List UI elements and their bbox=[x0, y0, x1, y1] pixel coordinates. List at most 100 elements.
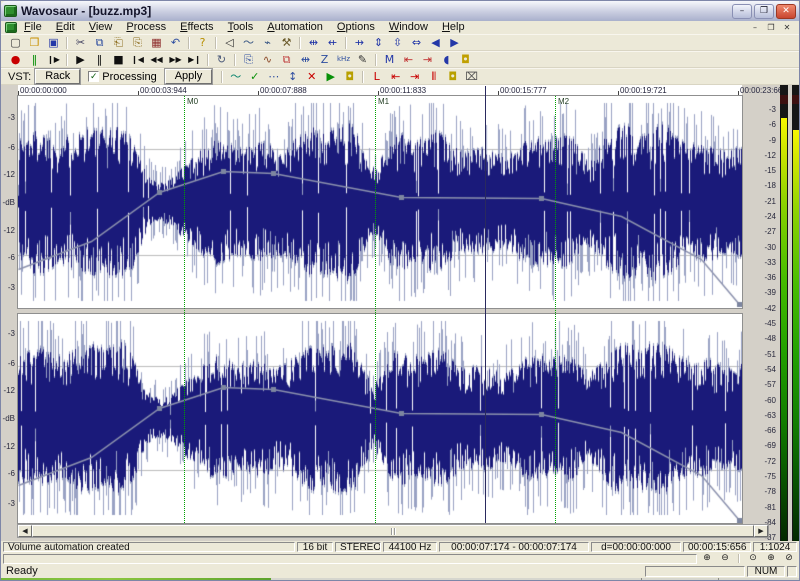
wavosaur-window: Wavosaur - [buzz.mp3] – ❐ ✕ File Edit View… bbox=[0, 0, 800, 581]
menu-view[interactable]: View bbox=[82, 21, 120, 34]
copy-special-button[interactable]: ⧉ bbox=[277, 52, 296, 68]
marker-lock-button[interactable]: ◘ bbox=[443, 69, 462, 85]
copy-button[interactable]: ⧉ bbox=[90, 35, 109, 51]
previous-view-button[interactable]: ◀ bbox=[426, 35, 445, 51]
zoom-out-horizontal-button[interactable]: ⇷ bbox=[323, 35, 342, 51]
waveform-right-channel[interactable] bbox=[18, 314, 742, 523]
next-view-button[interactable]: ▶ bbox=[445, 35, 464, 51]
time-ruler[interactable]: 00:00:00:000 00:00:03:944 00:00:07:888 00:0… bbox=[18, 85, 787, 95]
marker-line-m0[interactable] bbox=[184, 96, 185, 523]
menu-process[interactable]: Process bbox=[119, 21, 173, 34]
mdi-minimize-button[interactable]: – bbox=[747, 22, 763, 34]
waveform-left-channel[interactable] bbox=[18, 96, 742, 308]
vst-toolbar: VST: Rack ✓ Processing Apply 〜 ✓ ⋯ ↕ ✕ ▶ ◘ L ⇤ ⇥ ⫴… bbox=[1, 68, 799, 85]
snap-tool-button[interactable]: ⌁ bbox=[258, 35, 277, 51]
scroll-right-arrow[interactable]: ▶ bbox=[754, 525, 768, 537]
restore-button[interactable]: ❐ bbox=[754, 3, 774, 19]
ruler-timestamp: 00:00:15:777 bbox=[500, 86, 547, 95]
menu-file[interactable]: File bbox=[17, 21, 49, 34]
paste-mix-button[interactable]: ⎘ bbox=[128, 35, 147, 51]
scroll-left-arrow[interactable]: ◀ bbox=[18, 525, 32, 537]
menu-tools[interactable]: Tools bbox=[221, 21, 261, 34]
zoom-in-horizontal-button[interactable]: ⇹ bbox=[304, 35, 323, 51]
zoom-vertical-out-button[interactable]: ⊘ bbox=[781, 554, 797, 564]
play-button[interactable]: ▶ bbox=[71, 52, 90, 68]
pencil-button[interactable]: ✎ bbox=[353, 52, 372, 68]
menu-options[interactable]: Options bbox=[330, 21, 382, 34]
resample-button[interactable]: kHz bbox=[334, 52, 353, 68]
goto-start-button[interactable]: ❙◀ bbox=[128, 52, 147, 68]
marker-waveform-button[interactable]: ⫴ bbox=[424, 69, 443, 85]
trim-button[interactable]: ▦ bbox=[147, 35, 166, 51]
marker-line-m2[interactable] bbox=[555, 96, 556, 523]
undo-button[interactable]: ↶ bbox=[166, 35, 185, 51]
delete-markers-button[interactable]: ⌧ bbox=[462, 69, 481, 85]
menu-window[interactable]: Window bbox=[382, 21, 435, 34]
menu-help[interactable]: Help bbox=[435, 21, 472, 34]
zoom-out-vertical-button[interactable]: ⇳ bbox=[388, 35, 407, 51]
processing-checkbox[interactable]: ✓ bbox=[88, 71, 100, 82]
close-button[interactable]: ✕ bbox=[776, 3, 796, 19]
zoom-selection-button[interactable]: ⊙ bbox=[745, 554, 761, 564]
help-button[interactable]: ? bbox=[193, 35, 212, 51]
fast-forward-button[interactable]: ▶▶ bbox=[166, 52, 185, 68]
play-from-cursor-button[interactable]: ❙▶ bbox=[44, 52, 63, 68]
loop-button[interactable]: ↻ bbox=[212, 52, 231, 68]
zoom-toolbar: ⊕ ⊖ ⊙ ⊕ ⊘ bbox=[1, 553, 799, 565]
record-pause-button[interactable]: ‖ bbox=[25, 52, 44, 68]
minimize-button[interactable]: – bbox=[732, 3, 752, 19]
zoom-selection-button[interactable]: ⇸ bbox=[350, 35, 369, 51]
lock-button[interactable]: ◘ bbox=[456, 52, 475, 68]
save-button[interactable]: ▣ bbox=[44, 35, 63, 51]
batch-convert-button[interactable]: ⎘ bbox=[239, 52, 258, 68]
menu-edit[interactable]: Edit bbox=[49, 21, 82, 34]
menu-automation[interactable]: Automation bbox=[260, 21, 330, 34]
next-marker-button[interactable]: ⇥ bbox=[418, 52, 437, 68]
zoom-in-vertical-button[interactable]: ⇕ bbox=[369, 35, 388, 51]
zoom-wave-button[interactable]: ⇹ bbox=[296, 52, 315, 68]
zoom-fit-button[interactable]: ⇔ bbox=[407, 35, 426, 51]
loop-points-button[interactable]: L bbox=[367, 69, 386, 85]
vst-rack-button[interactable]: Rack bbox=[34, 68, 82, 85]
document-icon[interactable] bbox=[5, 22, 17, 33]
settings-button[interactable]: ⚒ bbox=[277, 35, 296, 51]
rewind-button[interactable]: ◀◀ bbox=[147, 52, 166, 68]
curve-tool-button[interactable]: 〜 bbox=[239, 35, 258, 51]
meter-scale-label: -24 bbox=[764, 212, 776, 222]
zoom-vertical-in-button[interactable]: ⊕ bbox=[763, 554, 779, 564]
envelope-draw-button[interactable]: 〜 bbox=[226, 69, 245, 85]
pause-button[interactable]: ‖ bbox=[90, 52, 109, 68]
mdi-close-button[interactable]: ✕ bbox=[779, 22, 795, 34]
marker-shift-right-button[interactable]: ⇥ bbox=[405, 69, 424, 85]
vst-apply-button[interactable]: Apply bbox=[163, 68, 214, 85]
horizontal-scrollbar[interactable]: ◀ ▶ bbox=[17, 524, 769, 538]
goto-end-button[interactable]: ▶❙ bbox=[185, 52, 204, 68]
envelope-preview-button[interactable]: ▶ bbox=[321, 69, 340, 85]
envelope-apply-button[interactable]: ✓ bbox=[245, 69, 264, 85]
marker-shift-left-button[interactable]: ⇤ bbox=[386, 69, 405, 85]
envelope-points-button[interactable]: ⋯ bbox=[264, 69, 283, 85]
stop-button[interactable]: ■ bbox=[109, 52, 128, 68]
add-marker-button[interactable]: M bbox=[380, 52, 399, 68]
record-button[interactable]: ● bbox=[6, 52, 25, 68]
open-file-button[interactable]: ❒ bbox=[25, 35, 44, 51]
previous-marker-button[interactable]: ⇤ bbox=[399, 52, 418, 68]
new-file-button[interactable]: ▢ bbox=[6, 35, 25, 51]
paste-button[interactable]: ⎗ bbox=[109, 35, 128, 51]
analysis-button[interactable]: ∿ bbox=[258, 52, 277, 68]
meter-scale-label: -45 bbox=[764, 319, 776, 329]
mdi-restore-button[interactable]: ❐ bbox=[763, 22, 779, 34]
mute-button[interactable]: ◁ bbox=[220, 35, 239, 51]
menu-effects[interactable]: Effects bbox=[173, 21, 220, 34]
zero-cross-button[interactable]: Z bbox=[315, 52, 334, 68]
cut-button[interactable]: ✂ bbox=[71, 35, 90, 51]
zoom-in-button[interactable]: ⊕ bbox=[699, 554, 715, 564]
separator bbox=[215, 36, 217, 49]
zoom-out-button[interactable]: ⊖ bbox=[717, 554, 733, 564]
scrollbar-thumb[interactable] bbox=[32, 525, 754, 537]
speaker-button[interactable]: ◖ bbox=[437, 52, 456, 68]
envelope-delete-button[interactable]: ✕ bbox=[302, 69, 321, 85]
envelope-lock-button[interactable]: ◘ bbox=[340, 69, 359, 85]
marker-line-m1[interactable] bbox=[375, 96, 376, 523]
envelope-scale-button[interactable]: ↕ bbox=[283, 69, 302, 85]
